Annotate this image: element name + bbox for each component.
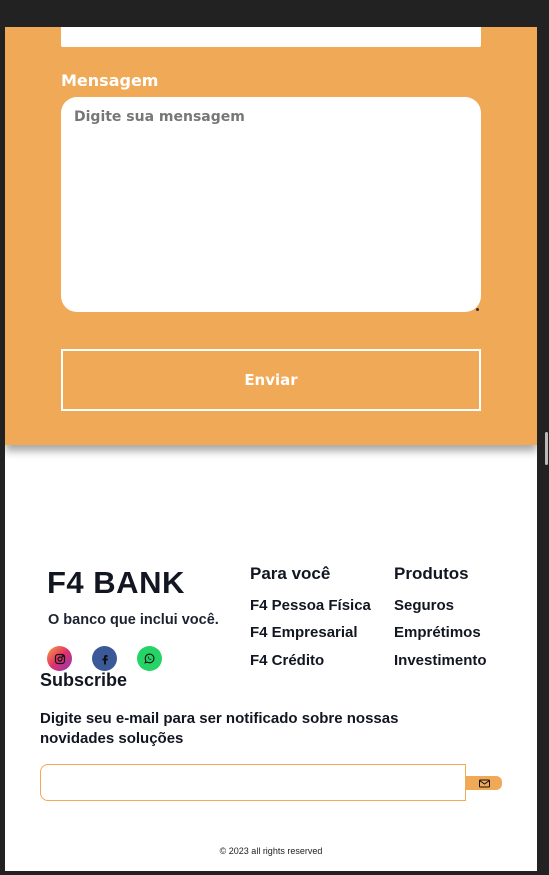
previous-form-field[interactable] <box>61 27 481 47</box>
facebook-icon[interactable] <box>92 646 117 671</box>
footer-link-credito[interactable]: F4 Crédito <box>250 652 324 669</box>
footer-column-title-produtos: Produtos <box>394 564 469 583</box>
message-placeholder: Digite sua mensagem <box>74 109 245 125</box>
subscribe-email-input[interactable] <box>40 764 466 801</box>
send-button[interactable]: Enviar <box>61 349 481 411</box>
browser-top-bar <box>0 0 549 27</box>
scrollbar-thumb[interactable] <box>545 432 548 465</box>
page: Mensagem Digite sua mensagem Enviar F4 B… <box>5 27 537 871</box>
footer-link-seguros[interactable]: Seguros <box>394 597 454 614</box>
whatsapp-icon[interactable] <box>137 646 162 671</box>
subscribe-title: Subscribe <box>40 670 128 690</box>
footer-column-title-para-voce: Para você <box>250 564 331 583</box>
footer-link-empresarial[interactable]: F4 Empresarial <box>250 624 358 641</box>
instagram-icon[interactable] <box>47 646 72 671</box>
footer-link-investimento[interactable]: Investimento <box>394 652 487 669</box>
footer-link-pessoa-fisica[interactable]: F4 Pessoa Física <box>250 597 371 614</box>
textarea-resize-handle[interactable] <box>476 308 479 311</box>
message-textarea[interactable]: Digite sua mensagem <box>61 97 481 312</box>
message-label: Mensagem <box>61 71 159 90</box>
subscribe-description: Digite seu e-mail para ser notificado so… <box>40 710 399 747</box>
footer-brand: F4 BANK <box>47 565 185 600</box>
footer-link-emprestimos[interactable]: Emprétimos <box>394 624 481 641</box>
subscribe-submit-button[interactable] <box>466 776 502 790</box>
footer-tagline: O banco que inclui você. <box>48 612 219 628</box>
contact-form-section: Mensagem Digite sua mensagem Enviar <box>5 27 537 445</box>
envelope-icon <box>478 779 490 787</box>
copyright-text: © 2023 all rights reserved <box>219 846 323 856</box>
